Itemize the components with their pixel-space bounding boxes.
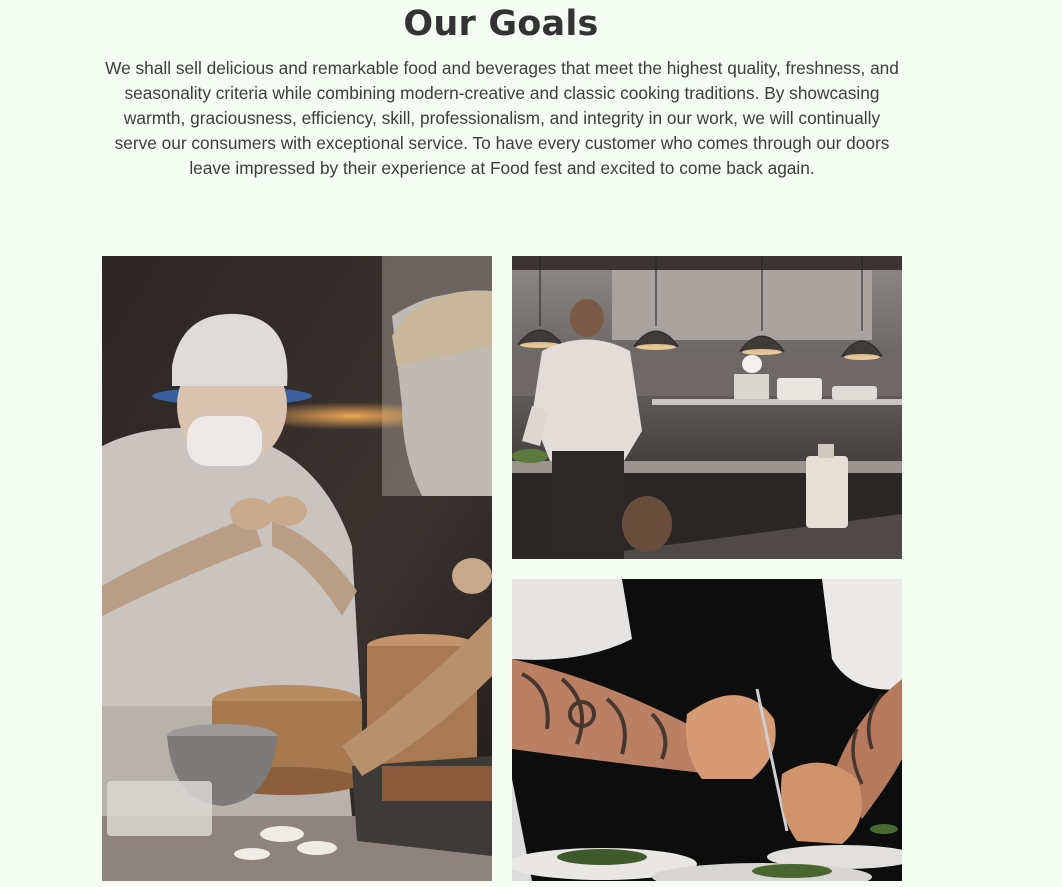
tattooed-chef-plating-photo	[512, 579, 902, 881]
restaurant-kitchen-photo	[512, 256, 902, 559]
goals-heading: Our Goals	[403, 4, 599, 44]
goals-description: We shall sell delicious and remarkable f…	[105, 58, 899, 178]
chefs-making-dumplings-photo	[102, 256, 492, 881]
